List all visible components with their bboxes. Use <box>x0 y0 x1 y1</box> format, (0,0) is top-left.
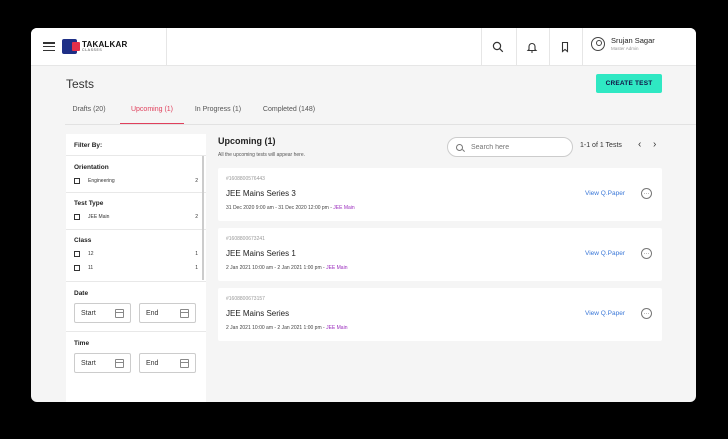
tab-upcoming[interactable]: Upcoming (1) <box>120 98 184 124</box>
prev-page-icon[interactable]: ‹ <box>638 140 641 150</box>
filter-test-type-title: Test Type <box>74 200 104 207</box>
create-test-button[interactable]: CREATE TEST <box>596 74 662 93</box>
calendar-icon[interactable] <box>115 309 124 318</box>
option-count: 2 <box>195 178 198 184</box>
time-end-field[interactable]: End <box>139 353 196 373</box>
test-name: JEE Mains Series 3 <box>226 189 296 198</box>
user-menu[interactable]: Srujan Sagar Master Admin <box>591 36 655 51</box>
test-card[interactable]: #1608800576443 JEE Mains Series 3 31 Dec… <box>218 168 662 221</box>
checkbox[interactable] <box>74 251 80 257</box>
more-options-icon[interactable]: ··· <box>641 248 652 259</box>
option-count: 1 <box>195 251 198 257</box>
page-title: Tests <box>66 77 95 91</box>
option-count: 1 <box>195 265 198 271</box>
calendar-icon[interactable] <box>180 309 189 318</box>
test-tag: JEE Main <box>326 265 348 271</box>
filter-time-title: Time <box>74 340 90 347</box>
tab-drafts[interactable]: Drafts (20) <box>65 98 113 124</box>
search-icon[interactable] <box>490 39 506 55</box>
filter-option[interactable]: 12 1 <box>74 248 198 260</box>
option-count: 2 <box>195 214 198 220</box>
filter-class-title: Class <box>74 237 92 244</box>
view-paper-link[interactable]: View Q.Paper <box>585 250 625 257</box>
test-id: #1608800673157 <box>226 296 265 302</box>
test-id: #1608800673241 <box>226 236 265 242</box>
search-icon <box>456 143 463 151</box>
tab-bar: Drafts (20) Upcoming (1) In Progress (1)… <box>65 98 696 125</box>
test-card[interactable]: #1608800673241 JEE Mains Series 1 2 Jan … <box>218 228 662 281</box>
pagination-text: 1-1 of 1 Tests <box>580 142 622 149</box>
next-page-icon[interactable]: › <box>653 140 656 150</box>
more-options-icon[interactable]: ··· <box>641 188 652 199</box>
test-name: JEE Mains Series <box>226 309 290 318</box>
filter-panel: Filter By: Orientation Engineering 2 Tes… <box>66 134 206 402</box>
brand-tagline: CLASSES <box>82 47 103 52</box>
user-name: Srujan Sagar <box>611 36 655 46</box>
date-end-field[interactable]: End <box>139 303 196 323</box>
time-end-label: End <box>146 359 159 367</box>
user-role: Master Admin <box>611 45 639 51</box>
tab-in-progress[interactable]: In Progress (1) <box>188 98 248 124</box>
filter-option[interactable]: Engineering 2 <box>74 175 198 187</box>
schedule-text: 31 Dec 2020 9:00 am - 31 Dec 2020 12:00 … <box>226 205 334 211</box>
filter-scrollbar[interactable] <box>202 156 204 280</box>
time-start-field[interactable]: Start <box>74 353 131 373</box>
top-bar: TAKALKAR CLASSES Srujan Sagar Master Adm… <box>31 28 696 66</box>
option-label: JEE Main <box>88 214 110 220</box>
schedule-text: 2 Jan 2021 10:00 am - 2 Jan 2021 1:00 pm… <box>226 265 327 271</box>
test-schedule: 2 Jan 2021 10:00 am - 2 Jan 2021 1:00 pm… <box>226 325 347 331</box>
filter-option[interactable]: 11 1 <box>74 262 198 274</box>
test-tag: JEE Main <box>333 205 355 211</box>
filter-orientation: Orientation Engineering 2 <box>66 156 206 193</box>
filter-date-title: Date <box>74 290 89 297</box>
test-name: JEE Mains Series 1 <box>226 249 296 258</box>
test-card[interactable]: #1608800673157 JEE Mains Series 2 Jan 20… <box>218 288 662 341</box>
brand-logo[interactable]: TAKALKAR CLASSES <box>62 35 127 59</box>
filter-test-type: Test Type JEE Main 2 <box>66 193 206 230</box>
list-subtitle: All the upcoming tests will appear here. <box>218 152 305 158</box>
date-start-label: Start <box>81 309 96 317</box>
bell-icon[interactable] <box>524 39 540 55</box>
date-end-label: End <box>146 309 159 317</box>
tab-completed[interactable]: Completed (148) <box>255 98 323 124</box>
filter-class: Class 12 1 11 1 <box>66 230 206 282</box>
filter-time: Time Start End <box>66 332 206 382</box>
filter-date: Date Start End <box>66 282 206 332</box>
checkbox[interactable] <box>74 214 80 220</box>
test-schedule: 31 Dec 2020 9:00 am - 31 Dec 2020 12:00 … <box>226 205 355 211</box>
date-start-field[interactable]: Start <box>74 303 131 323</box>
logo-mark-icon <box>62 39 80 54</box>
test-id: #1608800576443 <box>226 176 265 182</box>
filter-option[interactable]: JEE Main 2 <box>74 211 198 223</box>
filter-orientation-title: Orientation <box>74 164 109 171</box>
more-options-icon[interactable]: ··· <box>641 308 652 319</box>
view-paper-link[interactable]: View Q.Paper <box>585 310 625 317</box>
time-start-label: Start <box>81 359 96 367</box>
option-label: Engineering <box>88 178 115 184</box>
test-tag: JEE Main <box>326 325 348 331</box>
checkbox[interactable] <box>74 178 80 184</box>
bookmark-icon[interactable] <box>557 39 573 55</box>
list-title: Upcoming (1) <box>218 136 276 146</box>
menu-icon[interactable] <box>43 42 55 51</box>
search-input[interactable] <box>471 143 571 151</box>
calendar-icon[interactable] <box>180 359 189 368</box>
option-label: 11 <box>88 265 94 271</box>
test-schedule: 2 Jan 2021 10:00 am - 2 Jan 2021 1:00 pm… <box>226 265 347 271</box>
schedule-text: 2 Jan 2021 10:00 am - 2 Jan 2021 1:00 pm… <box>226 325 327 331</box>
avatar <box>591 37 605 51</box>
app-window: TAKALKAR CLASSES Srujan Sagar Master Adm… <box>31 28 696 402</box>
view-paper-link[interactable]: View Q.Paper <box>585 190 625 197</box>
filter-heading: Filter By: <box>66 134 206 156</box>
checkbox[interactable] <box>74 265 80 271</box>
option-label: 12 <box>88 251 94 257</box>
calendar-icon[interactable] <box>115 359 124 368</box>
search-box[interactable] <box>447 137 573 157</box>
